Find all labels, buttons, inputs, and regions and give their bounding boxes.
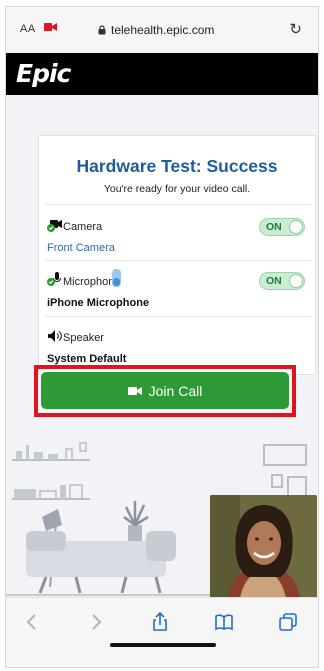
camera-device[interactable]: Front Camera: [47, 242, 115, 254]
camera-recording-icon: [44, 23, 57, 31]
divider: [45, 204, 311, 205]
camera-label: Camera: [63, 221, 103, 233]
self-view-video: [210, 495, 317, 598]
page-subtitle: You're ready for your video call.: [103, 183, 251, 195]
join-call-label: Join Call: [148, 382, 203, 399]
camera-check-icon: [47, 220, 62, 232]
hardware-test-card: Hardware Test: Success You're ready for …: [38, 135, 316, 375]
video-camera-icon: [127, 386, 142, 395]
speaker-label: Speaker: [63, 332, 104, 344]
browser-toolbar: [6, 597, 318, 667]
reload-icon[interactable]: ↻: [289, 20, 302, 38]
tabs-icon[interactable]: [278, 612, 298, 632]
url-display[interactable]: telehealth.epic.com: [98, 23, 214, 37]
microphone-toggle-label: ON: [266, 275, 282, 287]
forward-icon[interactable]: [86, 612, 106, 632]
divider: [45, 316, 311, 317]
share-icon[interactable]: [150, 612, 170, 632]
url-text: telehealth.epic.com: [111, 23, 215, 37]
microphone-check-icon: [47, 272, 61, 286]
microphone-device: iPhone Microphone: [47, 297, 150, 309]
join-call-button[interactable]: Join Call: [41, 372, 289, 409]
microphone-level-meter: [112, 269, 121, 287]
camera-toggle[interactable]: ON: [259, 218, 305, 236]
phone-screen: AA telehealth.epic.com ↻ Epic Hardware T…: [5, 6, 319, 668]
bookmarks-icon[interactable]: [214, 612, 234, 632]
toggle-knob: [289, 220, 303, 234]
speaker-icon: [48, 330, 62, 342]
camera-toggle-label: ON: [266, 221, 282, 233]
back-icon[interactable]: [22, 612, 42, 632]
browser-address-bar[interactable]: AA telehealth.epic.com ↻: [6, 7, 318, 51]
lock-icon: [98, 25, 106, 35]
page-title: Hardware Test: Success: [76, 156, 278, 176]
toggle-knob: [289, 274, 303, 288]
home-indicator: [110, 643, 216, 647]
text-size-button[interactable]: AA: [20, 23, 36, 35]
speaker-device: System Default: [47, 353, 127, 365]
epic-logo: Epic: [16, 59, 71, 88]
microphone-toggle[interactable]: ON: [259, 272, 305, 290]
divider: [45, 260, 311, 261]
